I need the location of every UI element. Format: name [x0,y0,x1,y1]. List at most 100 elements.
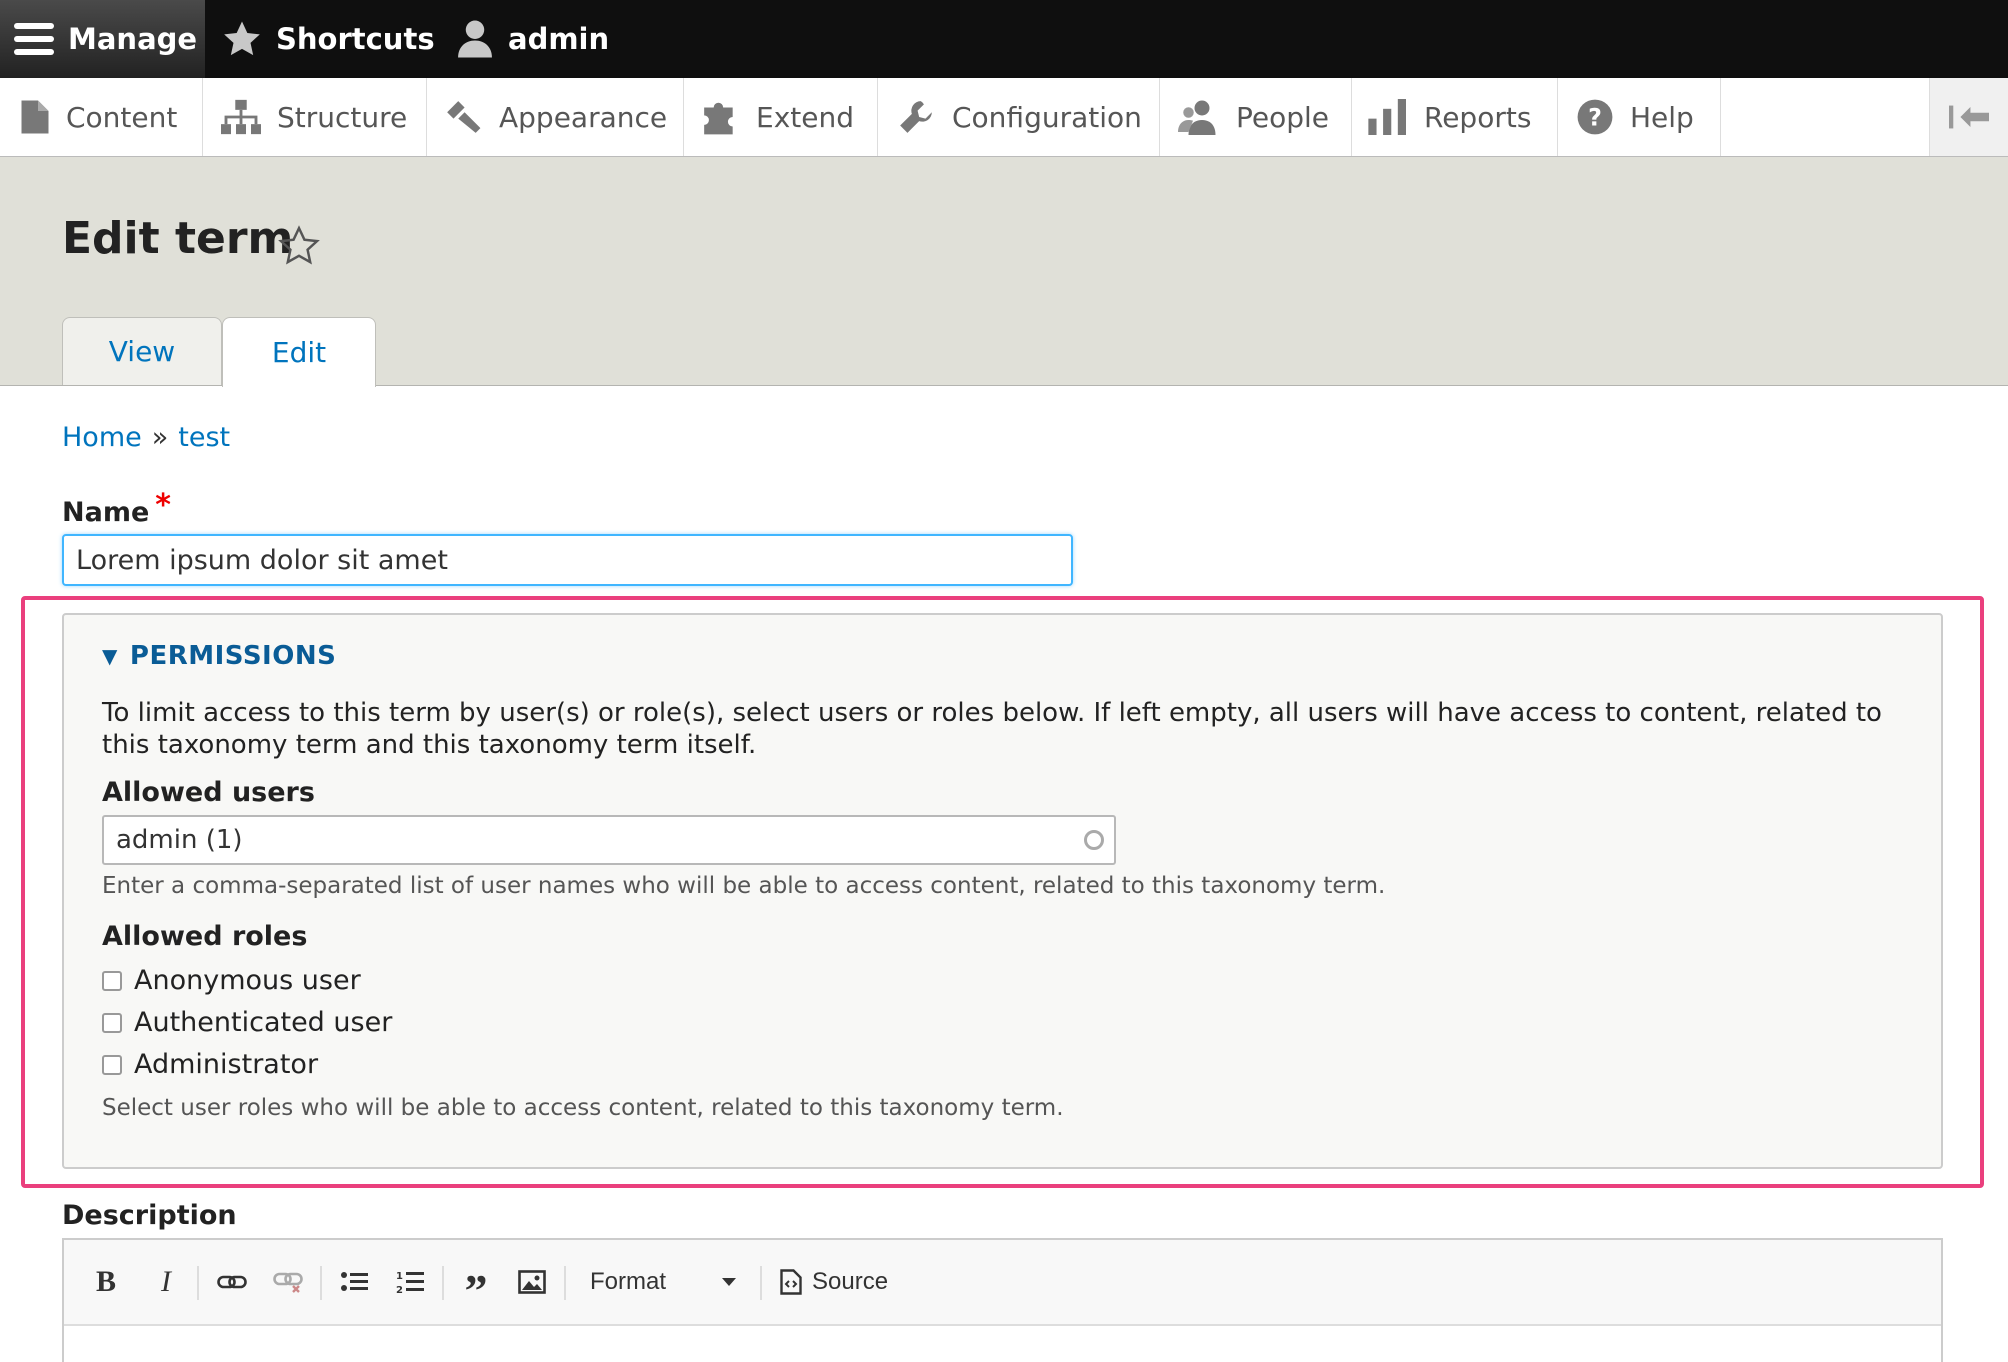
blockquote-button[interactable]: ” [454,1240,498,1324]
menu-item-label: Configuration [952,100,1142,134]
link-button[interactable] [210,1240,254,1324]
menu-item-appearance[interactable]: Appearance [427,78,684,156]
toolbar-divider [197,1266,199,1300]
source-icon [780,1269,802,1295]
blockquote-icon: ” [464,1265,488,1316]
allowed-roles-label: Allowed roles [102,921,308,952]
menu-item-structure[interactable]: Structure [203,78,427,156]
role-label: Administrator [134,1049,319,1080]
menu-item-label: Content [66,100,178,134]
italic-button[interactable]: I [146,1240,186,1324]
menu-item-label: Structure [277,100,408,134]
shortcut-star-icon[interactable] [278,225,320,267]
description-label: Description [62,1200,237,1231]
numbered-list-button[interactable]: 12 [388,1240,432,1324]
autocomplete-throbber-icon [1084,830,1104,850]
paintbrush-icon [447,101,481,133]
file-icon [21,100,49,134]
menu-item-label: Extend [756,100,854,134]
unlink-icon [273,1272,303,1293]
sitemap-icon [221,99,261,135]
link-icon [217,1275,247,1289]
question-icon: ? [1577,99,1613,135]
menu-item-reports[interactable]: Reports [1352,78,1558,156]
page-header: Edit term View Edit [0,157,2008,387]
editor-toolbar: B I 12 ” Format Source [64,1240,1941,1326]
name-label-text: Name [62,497,150,528]
unlink-button[interactable] [266,1240,310,1324]
allowed-roles-help: Select user roles who will be able to ac… [102,1095,1064,1121]
hamburger-icon [14,23,54,55]
menu-item-label: Reports [1424,100,1532,134]
role-label: Anonymous user [134,965,361,996]
manage-tab[interactable]: Manage [0,0,205,78]
role-option-anonymous[interactable]: Anonymous user [102,965,361,996]
allowed-users-input[interactable] [102,815,1116,865]
menu-item-label: Help [1630,100,1694,134]
user-label: admin [508,22,610,56]
menu-item-help[interactable]: ? Help [1558,78,1721,156]
permissions-summary[interactable]: ▼ PERMISSIONS [102,641,336,671]
collapse-tray-button[interactable] [1929,78,2008,156]
image-button[interactable] [510,1240,554,1324]
italic-icon: I [161,1265,171,1298]
tab-edit[interactable]: Edit [222,317,376,387]
admin-toolbar: Manage Shortcuts admin [0,0,2008,78]
bold-icon: B [95,1265,116,1298]
role-checkbox[interactable] [102,970,122,991]
manage-label: Manage [68,22,198,56]
required-marker: * [155,488,171,523]
role-checkbox[interactable] [102,1054,122,1075]
collapse-left-icon [1949,105,1989,129]
admin-menu-tray: Content Structure Appearance Extend Conf… [0,78,2008,157]
puzzle-icon [704,102,733,135]
menu-item-label: Appearance [499,100,668,134]
bold-button[interactable]: B [86,1240,126,1324]
format-dropdown[interactable]: Format [576,1240,752,1324]
allowed-users-help: Enter a comma-separated list of user nam… [102,873,1386,899]
source-label: Source [812,1268,889,1295]
menu-item-content[interactable]: Content [0,78,203,156]
name-input[interactable] [62,534,1073,586]
shortcuts-label: Shortcuts [276,22,435,56]
source-button[interactable]: Source [772,1240,892,1324]
toolbar-divider [564,1266,566,1300]
user-icon [458,20,492,58]
dropdown-arrow-icon [722,1278,736,1286]
menu-item-extend[interactable]: Extend [684,78,878,156]
toolbar-divider [442,1266,444,1300]
page-title: Edit term [62,213,294,264]
people-icon [1178,100,1216,135]
permissions-fieldset: ▼ PERMISSIONS To limit access to this te… [62,613,1943,1169]
permissions-description: To limit access to this term by user(s) … [102,698,1882,760]
shortcuts-tab[interactable]: Shortcuts [222,0,435,78]
rich-text-editor: B I 12 ” Format Source [62,1238,1943,1362]
allowed-users-label: Allowed users [102,777,315,808]
role-label: Authenticated user [134,1007,393,1038]
role-checkbox[interactable] [102,1012,122,1033]
star-icon [224,21,260,56]
image-icon [518,1270,546,1294]
role-option-administrator[interactable]: Administrator [102,1049,318,1080]
bulleted-list-icon [341,1272,368,1291]
role-option-authenticated[interactable]: Authenticated user [102,1007,392,1038]
format-label: Format [590,1268,667,1295]
tab-view[interactable]: View [62,317,222,385]
toolbar-divider [760,1266,762,1300]
breadcrumb-current-link[interactable]: test [178,422,230,453]
bulleted-list-button[interactable] [332,1240,376,1324]
breadcrumb: Home » test [62,422,230,453]
breadcrumb-separator: » [151,422,169,453]
menu-item-people[interactable]: People [1160,78,1352,156]
svg-text:2: 2 [396,1285,403,1295]
svg-text:?: ? [1588,104,1602,132]
svg-text:1: 1 [396,1271,403,1282]
menu-item-label: People [1236,100,1330,134]
menu-item-configuration[interactable]: Configuration [878,78,1160,156]
numbered-list-icon: 12 [396,1271,424,1295]
breadcrumb-home-link[interactable]: Home [62,422,142,453]
expand-triangle-icon: ▼ [102,644,118,668]
name-label: Name * [62,488,171,529]
toolbar-divider [320,1266,322,1300]
user-tab[interactable]: admin [456,0,609,78]
